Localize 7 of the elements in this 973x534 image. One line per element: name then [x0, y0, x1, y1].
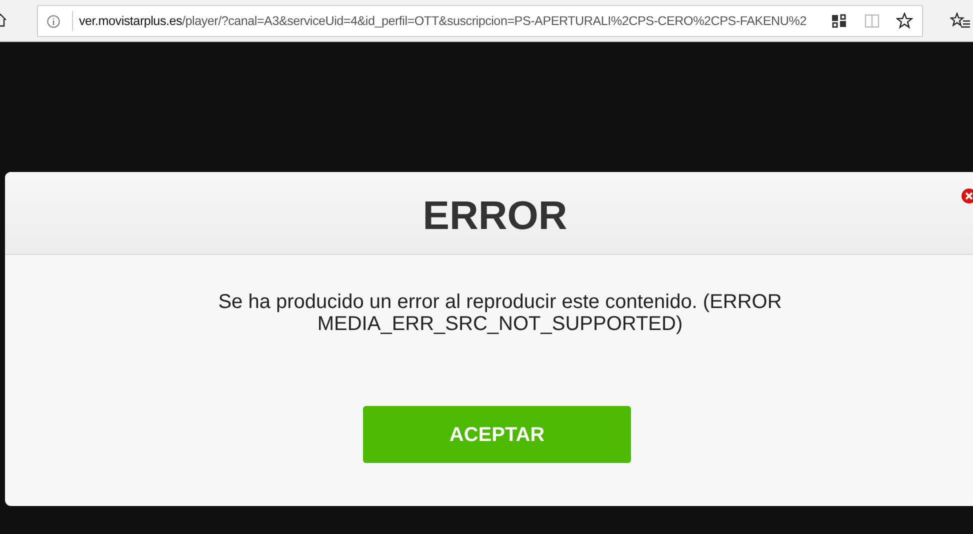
close-icon[interactable]	[961, 188, 973, 204]
error-message: Se ha producido un error al reproducir este contenido. (ERROR MEDIA_ERR_SRC_NOT_SUPPORTED)	[217, 291, 783, 335]
star-icon[interactable]	[896, 12, 913, 29]
favorites-icon[interactable]	[950, 12, 970, 29]
dialog-title: ERROR	[422, 193, 568, 240]
address-bar[interactable]: ver.movistarplus.es/player/?canal=A3&serviceUid=4&id_perfil=OTT&suscripcion=PS-APERTURALI%2CPS-CERO%2CPS-FAKENU%2	[37, 5, 923, 37]
info-icon[interactable]	[47, 14, 60, 28]
